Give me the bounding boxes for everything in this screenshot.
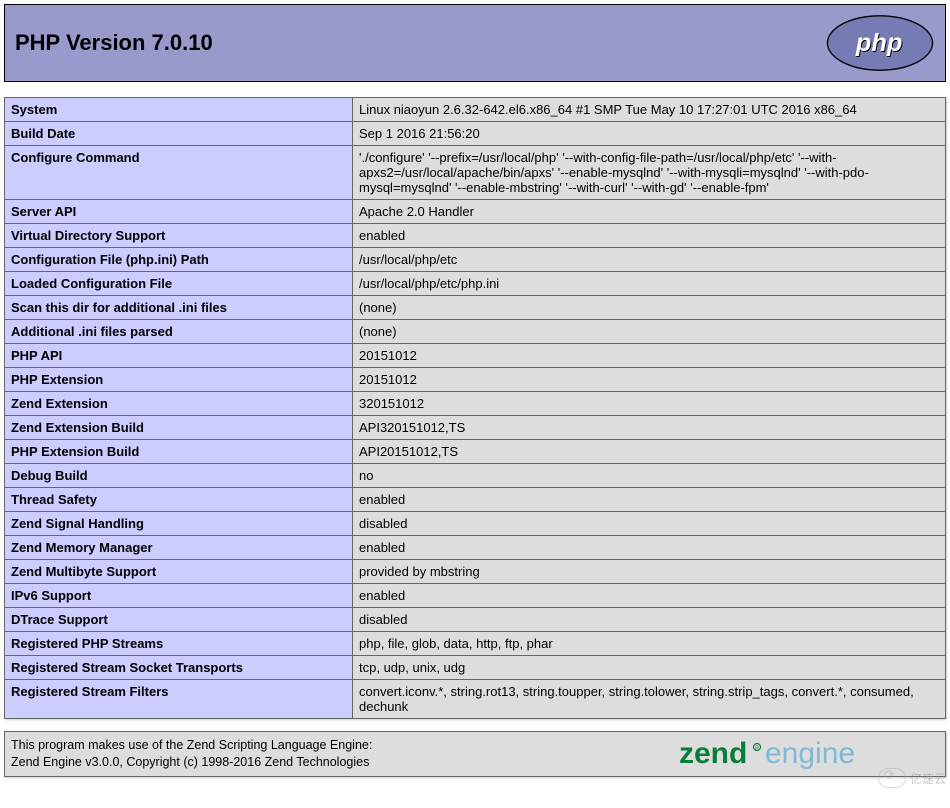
table-row: Server APIApache 2.0 Handler [5,200,946,224]
table-row: Configuration File (php.ini) Path/usr/lo… [5,248,946,272]
table-row: Virtual Directory Supportenabled [5,224,946,248]
config-key: PHP API [5,344,353,368]
table-row: IPv6 Supportenabled [5,584,946,608]
table-row: PHP Extension BuildAPI20151012,TS [5,440,946,464]
config-value: 20151012 [353,344,946,368]
config-key: Loaded Configuration File [5,272,353,296]
table-row: Registered Stream Socket Transportstcp, … [5,656,946,680]
config-value: tcp, udp, unix, udg [353,656,946,680]
config-key: IPv6 Support [5,584,353,608]
config-value: php, file, glob, data, http, ftp, phar [353,632,946,656]
config-value: Apache 2.0 Handler [353,200,946,224]
config-key: Zend Extension [5,392,353,416]
config-value: /usr/local/php/etc/php.ini [353,272,946,296]
footer-line1: This program makes use of the Zend Scrip… [11,738,372,752]
table-row: Registered PHP Streamsphp, file, glob, d… [5,632,946,656]
config-value: API320151012,TS [353,416,946,440]
php-logo-icon: php php [825,14,935,72]
config-key: Registered Stream Filters [5,680,353,719]
table-row: Debug Buildno [5,464,946,488]
config-key: Additional .ini files parsed [5,320,353,344]
config-key: Debug Build [5,464,353,488]
svg-text:php: php [855,29,902,57]
config-value: API20151012,TS [353,440,946,464]
table-row: Zend Extension BuildAPI320151012,TS [5,416,946,440]
phpinfo-table: SystemLinux niaoyun 2.6.32-642.el6.x86_6… [4,97,946,719]
config-key: Configuration File (php.ini) Path [5,248,353,272]
config-value: Linux niaoyun 2.6.32-642.el6.x86_64 #1 S… [353,98,946,122]
table-row: SystemLinux niaoyun 2.6.32-642.el6.x86_6… [5,98,946,122]
config-key: Build Date [5,122,353,146]
config-key: PHP Extension Build [5,440,353,464]
config-value: provided by mbstring [353,560,946,584]
table-row: DTrace Supportdisabled [5,608,946,632]
svg-text:R: R [755,746,759,752]
config-value: enabled [353,224,946,248]
config-value: enabled [353,536,946,560]
table-row: Registered Stream Filtersconvert.iconv.*… [5,680,946,719]
config-key: System [5,98,353,122]
config-value: no [353,464,946,488]
config-value: './configure' '--prefix=/usr/local/php' … [353,146,946,200]
config-key: Scan this dir for additional .ini files [5,296,353,320]
config-key: Thread Safety [5,488,353,512]
table-row: Zend Extension320151012 [5,392,946,416]
table-row: PHP Extension20151012 [5,368,946,392]
table-row: Scan this dir for additional .ini files(… [5,296,946,320]
config-key: Zend Extension Build [5,416,353,440]
config-value: 320151012 [353,392,946,416]
config-key: Configure Command [5,146,353,200]
config-key: Zend Memory Manager [5,536,353,560]
config-key: Zend Signal Handling [5,512,353,536]
table-row: Loaded Configuration File/usr/local/php/… [5,272,946,296]
table-row: Zend Signal Handlingdisabled [5,512,946,536]
config-value: disabled [353,608,946,632]
svg-text:zend: zend [679,737,747,770]
config-key: Zend Multibyte Support [5,560,353,584]
config-value: 20151012 [353,368,946,392]
config-key: Registered Stream Socket Transports [5,656,353,680]
config-key: Virtual Directory Support [5,224,353,248]
page-header: PHP Version 7.0.10 php php [4,4,946,82]
svg-text:engine: engine [765,737,855,770]
config-value: disabled [353,512,946,536]
table-row: Zend Memory Managerenabled [5,536,946,560]
config-value: Sep 1 2016 21:56:20 [353,122,946,146]
config-value: enabled [353,584,946,608]
config-key: Registered PHP Streams [5,632,353,656]
table-row: PHP API20151012 [5,344,946,368]
table-row: Configure Command'./configure' '--prefix… [5,146,946,200]
config-value: (none) [353,296,946,320]
table-row: Thread Safetyenabled [5,488,946,512]
config-value: /usr/local/php/etc [353,248,946,272]
footer-line2: Zend Engine v3.0.0, Copyright (c) 1998-2… [11,755,369,769]
zend-footer: This program makes use of the Zend Scrip… [4,731,946,777]
config-value: (none) [353,320,946,344]
config-key: Server API [5,200,353,224]
zend-engine-logo-icon: zend R engine [679,736,939,772]
config-key: PHP Extension [5,368,353,392]
zend-footer-text: This program makes use of the Zend Scrip… [11,737,372,771]
config-value: convert.iconv.*, string.rot13, string.to… [353,680,946,719]
table-row: Build DateSep 1 2016 21:56:20 [5,122,946,146]
table-row: Additional .ini files parsed(none) [5,320,946,344]
table-row: Zend Multibyte Supportprovided by mbstri… [5,560,946,584]
page-title: PHP Version 7.0.10 [15,30,213,56]
config-value: enabled [353,488,946,512]
config-key: DTrace Support [5,608,353,632]
